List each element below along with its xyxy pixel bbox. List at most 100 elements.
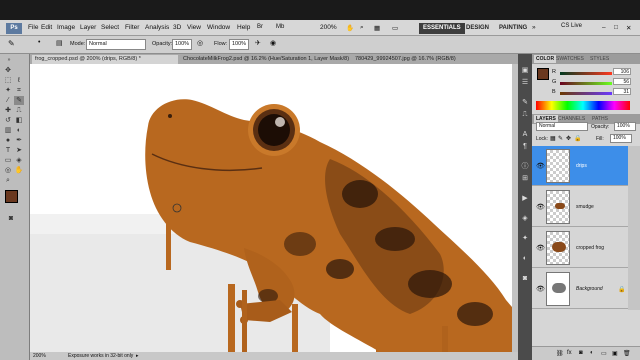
- tab-paths[interactable]: PATHS: [590, 115, 610, 123]
- menu-image[interactable]: Image: [57, 24, 75, 31]
- workspace-essentials[interactable]: ESSENTIALS: [419, 23, 465, 34]
- lock-position-icon[interactable]: ✥: [566, 135, 571, 142]
- move-tool-icon[interactable]: ✥: [3, 66, 13, 75]
- visibility-eye-icon[interactable]: 👁: [536, 285, 545, 293]
- layer-drips[interactable]: 👁 drips: [532, 146, 628, 186]
- clone-stamp-tool-icon[interactable]: ⎍: [14, 106, 24, 115]
- blend-mode-select[interactable]: Normal: [536, 122, 588, 131]
- layer-opacity-field[interactable]: 100%: [614, 122, 636, 131]
- close-icon[interactable]: ✕: [626, 24, 631, 32]
- mini-bridge-icon[interactable]: Mb: [276, 24, 284, 30]
- slider-b[interactable]: B 31: [552, 88, 632, 96]
- tab-styles[interactable]: STYLES: [588, 55, 611, 63]
- crop-tool-icon[interactable]: ⌗: [14, 86, 24, 95]
- tab-color[interactable]: COLOR: [534, 55, 557, 63]
- tab-frog-cropped[interactable]: frog_cropped.psd @ 200% (drips, RGB/8) *: [32, 55, 178, 64]
- new-group-icon[interactable]: ▭: [601, 350, 607, 357]
- slider-g-value[interactable]: 56: [613, 78, 631, 85]
- visibility-eye-icon[interactable]: 👁: [536, 162, 545, 170]
- slider-g-track[interactable]: [560, 82, 612, 85]
- brush-tool-icon[interactable]: ✎: [8, 39, 15, 48]
- airbrush-icon[interactable]: ✈: [255, 39, 261, 47]
- delete-layer-icon[interactable]: 🗑: [623, 350, 631, 357]
- foreground-color-swatch[interactable]: [5, 190, 18, 203]
- actions-panel-icon[interactable]: ▶: [520, 194, 530, 203]
- add-mask-icon[interactable]: ◙: [579, 350, 583, 356]
- opacity-field[interactable]: 100%: [172, 39, 192, 50]
- history-panel-icon[interactable]: ☰: [520, 78, 530, 87]
- type-tool-icon[interactable]: T: [3, 146, 13, 155]
- brush-size-icon[interactable]: •: [38, 39, 40, 46]
- clone-source-panel-icon[interactable]: ⎍: [520, 110, 530, 119]
- slider-r[interactable]: R 106: [552, 68, 632, 76]
- minimize-icon[interactable]: –: [602, 24, 606, 31]
- tab-swatches[interactable]: SWATCHES: [554, 55, 586, 63]
- lock-all-icon[interactable]: 🔒: [574, 135, 581, 142]
- spot-healing-tool-icon[interactable]: ✚: [3, 106, 13, 115]
- menu-window[interactable]: Window: [207, 24, 230, 31]
- color-fg-swatch[interactable]: [537, 68, 549, 80]
- eraser-tool-icon[interactable]: ◧: [14, 116, 24, 125]
- screen-mode-icon[interactable]: ▭: [392, 24, 398, 32]
- masks-panel-icon[interactable]: ◙: [520, 274, 530, 283]
- flow-field[interactable]: 100%: [229, 39, 249, 50]
- status-zoom[interactable]: 200%: [33, 352, 46, 360]
- adjustment-layer-icon[interactable]: ◐: [590, 350, 594, 356]
- 3d-orbit-tool-icon[interactable]: ◎: [3, 166, 13, 175]
- mode-select[interactable]: Normal: [86, 39, 146, 50]
- info-panel-icon[interactable]: ⓘ: [520, 162, 530, 171]
- pressure-opacity-icon[interactable]: ◎: [197, 39, 203, 47]
- bridge-icon[interactable]: Br: [257, 24, 263, 30]
- slider-r-value[interactable]: 106: [613, 68, 631, 75]
- quick-mask-icon[interactable]: ◙: [6, 214, 16, 223]
- slider-b-track[interactable]: [560, 92, 612, 95]
- hand-tool-icon[interactable]: ✋: [14, 166, 24, 175]
- zoom-tool-icon[interactable]: ⌕: [360, 24, 364, 32]
- quick-select-tool-icon[interactable]: ✦: [3, 86, 13, 95]
- status-arrow-icon[interactable]: ▸: [136, 352, 139, 360]
- lock-transparent-icon[interactable]: ▦: [550, 135, 556, 142]
- lasso-tool-icon[interactable]: ℓ: [14, 76, 24, 85]
- gradient-tool-icon[interactable]: ▥: [3, 126, 13, 135]
- marquee-tool-icon[interactable]: ⬚: [3, 76, 13, 85]
- menu-analysis[interactable]: Analysis: [145, 24, 169, 31]
- color-spectrum[interactable]: [536, 101, 630, 110]
- zoom-tool-icon[interactable]: ⌕: [3, 176, 13, 185]
- eyedropper-tool-icon[interactable]: ⁄: [3, 96, 13, 105]
- menu-filter[interactable]: Filter: [125, 24, 139, 31]
- pen-tool-icon[interactable]: ✒: [14, 136, 24, 145]
- slider-b-value[interactable]: 31: [613, 88, 631, 95]
- workspace-design[interactable]: DESIGN: [462, 23, 493, 34]
- arrange-documents-icon[interactable]: ▦: [374, 24, 380, 32]
- menu-layer[interactable]: Layer: [80, 24, 96, 31]
- tab-chocolate-milk-frog[interactable]: ChocolateMilkFrog2.psd @ 16.2% (Hue/Satu…: [180, 55, 350, 64]
- slider-r-track[interactable]: [560, 72, 612, 75]
- adjustments-panel-icon[interactable]: ◐: [520, 254, 530, 263]
- history-brush-tool-icon[interactable]: ↺: [3, 116, 13, 125]
- brush-panel-icon[interactable]: ▤: [56, 39, 63, 47]
- path-select-tool-icon[interactable]: ➤: [14, 146, 24, 155]
- 3d-panel-icon[interactable]: ◈: [520, 214, 530, 223]
- layers-scrollbar[interactable]: [628, 146, 640, 310]
- link-layers-icon[interactable]: ⛓: [556, 350, 564, 357]
- pressure-size-icon[interactable]: ◉: [270, 39, 276, 47]
- character-panel-icon[interactable]: A: [520, 130, 530, 139]
- slider-g[interactable]: G 56: [552, 78, 632, 86]
- paragraph-panel-icon[interactable]: ¶: [520, 142, 530, 151]
- collapse-icon[interactable]: »: [4, 56, 14, 65]
- cs-live-button[interactable]: CS Live: [561, 23, 582, 29]
- workspace-more-icon[interactable]: »: [532, 24, 536, 31]
- document-canvas[interactable]: [30, 64, 518, 352]
- visibility-eye-icon[interactable]: 👁: [536, 203, 545, 211]
- layer-smudge[interactable]: 👁 smudge: [532, 187, 628, 227]
- shape-tool-icon[interactable]: ▭: [3, 156, 13, 165]
- workspace-painting[interactable]: PAINTING: [495, 23, 531, 34]
- blur-tool-icon[interactable]: ◐: [14, 126, 24, 135]
- tab-780429-jpg[interactable]: 780429_99924507.jpg @ 16.7% (RGB/8): [352, 55, 492, 64]
- menu-view[interactable]: View: [187, 24, 201, 31]
- mini-bridge-panel-icon[interactable]: ▣: [520, 66, 530, 75]
- dodge-tool-icon[interactable]: ●: [3, 136, 13, 145]
- brush-tool-icon[interactable]: ✎: [14, 96, 24, 105]
- menu-help[interactable]: Help: [237, 24, 250, 31]
- brush-panel-icon[interactable]: ✎: [520, 98, 530, 107]
